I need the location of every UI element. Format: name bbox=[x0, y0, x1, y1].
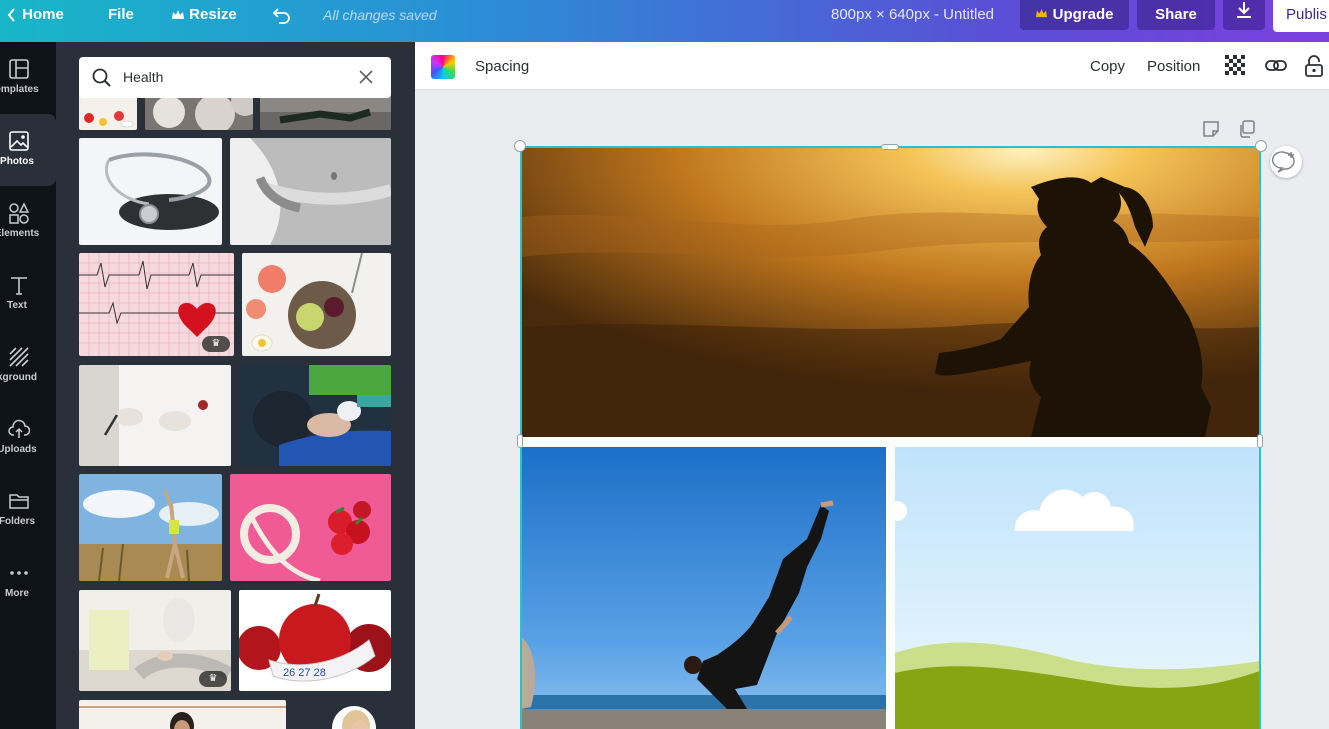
premium-badge: ♛ bbox=[199, 671, 227, 687]
resize-handle-left[interactable] bbox=[517, 434, 523, 448]
nav-label: kground bbox=[0, 372, 37, 383]
download-icon bbox=[1236, 2, 1252, 23]
share-button[interactable]: Share bbox=[1137, 0, 1215, 30]
search-input[interactable]: Health bbox=[123, 69, 163, 85]
folders-icon bbox=[8, 490, 30, 512]
resize-handle-top[interactable] bbox=[881, 144, 899, 150]
nav-label: Text bbox=[7, 300, 27, 311]
download-button[interactable] bbox=[1223, 0, 1265, 30]
nav-item-folders[interactable]: Folders bbox=[0, 474, 56, 546]
copy-button[interactable]: Copy bbox=[1090, 58, 1125, 75]
side-nav: emplates Photos Elements Text kground Up… bbox=[0, 42, 56, 729]
photo-thumb-woman-stretching[interactable] bbox=[79, 474, 222, 581]
photos-panel: Health ♛ ♛ 26 27 28 bbox=[56, 42, 415, 729]
home-label: Home bbox=[22, 6, 64, 23]
resize-label: Resize bbox=[189, 6, 237, 23]
upgrade-label: Upgrade bbox=[1052, 6, 1114, 23]
nav-label: More bbox=[5, 588, 29, 599]
crown-icon bbox=[1035, 6, 1052, 23]
nav-item-uploads[interactable]: Uploads bbox=[0, 402, 56, 474]
file-menu[interactable]: File bbox=[108, 0, 134, 30]
save-status: All changes saved bbox=[323, 7, 437, 23]
nav-item-text[interactable]: Text bbox=[0, 258, 56, 330]
add-comment-button[interactable] bbox=[1270, 146, 1302, 178]
nav-item-background[interactable]: kground bbox=[0, 330, 56, 402]
home-button[interactable]: Home bbox=[6, 0, 64, 30]
undo-icon bbox=[272, 6, 292, 24]
nav-label: Elements bbox=[0, 228, 40, 239]
undo-button[interactable] bbox=[272, 0, 292, 30]
elements-icon bbox=[8, 202, 30, 224]
premium-badge: ♛ bbox=[202, 336, 230, 352]
text-icon bbox=[8, 274, 30, 296]
photo-thumb-doctor[interactable] bbox=[79, 365, 231, 466]
photo-thumb-waist-tape[interactable] bbox=[230, 138, 391, 245]
resize-handle-right[interactable] bbox=[1257, 434, 1263, 448]
transparency-icon[interactable] bbox=[1225, 55, 1245, 82]
photo-thumb-portrait-2[interactable] bbox=[294, 700, 391, 729]
duplicate-page-icon[interactable] bbox=[1238, 120, 1256, 143]
photo-thumb-ecg-heart[interactable]: ♛ bbox=[79, 253, 234, 356]
uploads-icon bbox=[8, 418, 31, 440]
more-icon bbox=[8, 562, 30, 584]
nav-label: emplates bbox=[0, 84, 39, 95]
search-icon bbox=[92, 68, 112, 93]
top-bar: Home File Resize All changes saved 800px… bbox=[0, 0, 1329, 42]
photo-thumb-meditation[interactable]: ♛ bbox=[79, 590, 231, 691]
search-bar[interactable]: Health bbox=[79, 57, 391, 98]
resize-button[interactable]: Resize bbox=[171, 0, 237, 30]
share-label: Share bbox=[1155, 6, 1197, 23]
photo-thumb-apples-tape[interactable]: 26 27 28 bbox=[239, 590, 391, 691]
file-label: File bbox=[108, 6, 134, 23]
photo-thumb-fruit-bowl[interactable] bbox=[242, 253, 391, 356]
nav-label: Folders bbox=[0, 516, 36, 527]
color-picker-swatch[interactable] bbox=[431, 55, 455, 79]
editor-toolbar: Spacing Copy Position bbox=[415, 42, 1329, 90]
publish-button[interactable]: Publis bbox=[1273, 0, 1329, 32]
nav-item-more[interactable]: More bbox=[0, 546, 56, 618]
photo-thumb-woman-portrait[interactable] bbox=[79, 700, 286, 729]
notes-icon[interactable] bbox=[1202, 120, 1220, 143]
photo-thumb-strawberries[interactable] bbox=[230, 474, 391, 581]
background-icon bbox=[8, 346, 30, 368]
link-icon[interactable] bbox=[1265, 55, 1287, 82]
lock-icon[interactable] bbox=[1305, 55, 1323, 82]
templates-icon bbox=[8, 58, 30, 80]
position-button[interactable]: Position bbox=[1147, 58, 1200, 75]
photo-thumb-nurse-bandage[interactable] bbox=[239, 365, 391, 466]
crown-icon bbox=[171, 6, 189, 23]
spacing-button[interactable]: Spacing bbox=[475, 58, 529, 75]
nav-label: Uploads bbox=[0, 444, 37, 455]
nav-item-elements[interactable]: Elements bbox=[0, 186, 56, 258]
photo-thumb-stethoscope[interactable] bbox=[79, 138, 222, 245]
nav-label: Photos bbox=[0, 156, 34, 167]
comment-plus-icon bbox=[1271, 151, 1295, 173]
resize-handle-top-right[interactable] bbox=[1255, 140, 1267, 152]
nav-item-photos[interactable]: Photos bbox=[0, 114, 56, 186]
document-info[interactable]: 800px × 640px - Untitled bbox=[831, 0, 994, 30]
upgrade-button[interactable]: Upgrade bbox=[1020, 0, 1129, 30]
publish-label: Publis bbox=[1286, 6, 1327, 23]
close-icon[interactable] bbox=[358, 69, 374, 90]
svg-text:26 27 28: 26 27 28 bbox=[283, 667, 326, 679]
chevron-left-icon bbox=[6, 6, 22, 23]
resize-handle-top-left[interactable] bbox=[514, 140, 526, 152]
photos-icon bbox=[8, 130, 30, 152]
nav-item-templates[interactable]: emplates bbox=[0, 42, 56, 114]
selection-outline bbox=[520, 146, 1261, 729]
